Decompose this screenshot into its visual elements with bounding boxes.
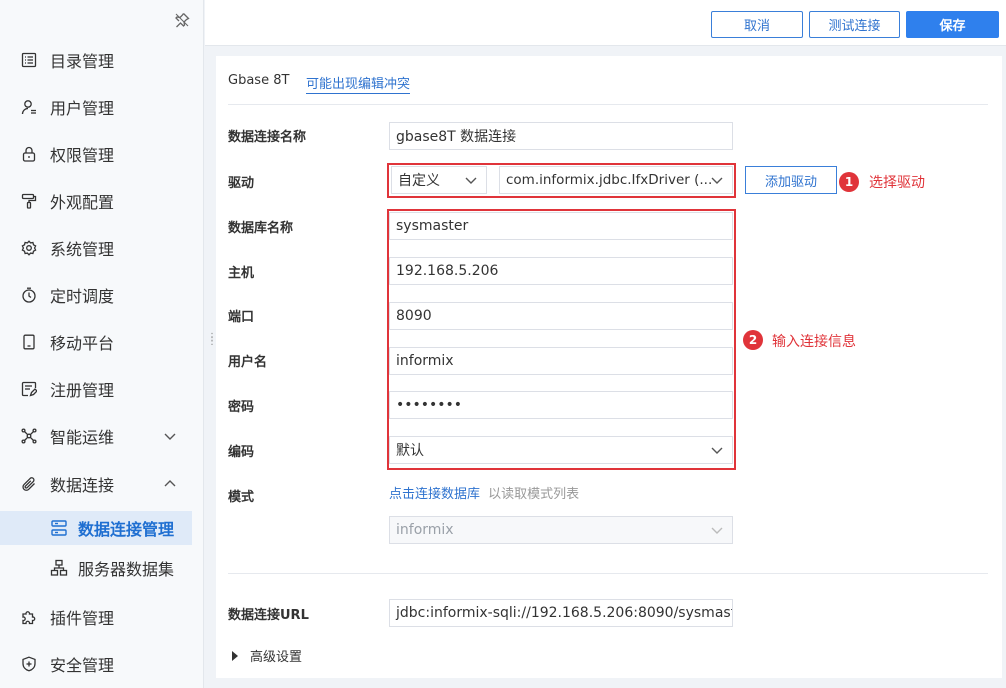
sidebar-item-label: 目录管理 xyxy=(50,52,115,71)
step-1-badge: 1 xyxy=(839,172,859,192)
step-2-badge: 2 xyxy=(743,330,763,350)
connection-info-highlight-box xyxy=(387,209,736,470)
advanced-settings-label: 高级设置 xyxy=(250,650,303,665)
schema-hint-text: 以读取模式列表 xyxy=(488,487,580,502)
lock-icon xyxy=(20,145,38,163)
sidebar-item-label: 用户管理 xyxy=(50,99,115,118)
sidebar-item-label: 注册管理 xyxy=(50,381,115,400)
paint-roller-icon xyxy=(20,192,38,210)
chevron-up-icon xyxy=(162,476,178,492)
pin-icon[interactable] xyxy=(174,12,190,28)
shield-icon xyxy=(20,655,38,673)
mobile-icon xyxy=(20,333,38,351)
connection-url-input[interactable]: jdbc:informix-sqli://192.168.5.206:8090/… xyxy=(389,599,733,627)
sidebar-subitem-server-dataset[interactable]: 服务器数据集 xyxy=(0,551,192,585)
connection-url-label: 数据连接URL xyxy=(228,608,309,623)
divider xyxy=(228,104,988,105)
list-icon xyxy=(20,51,38,69)
register-icon xyxy=(20,380,38,398)
gear-icon xyxy=(20,239,38,257)
edit-conflict-link[interactable]: 可能出现编辑冲突 xyxy=(306,73,411,94)
step-2-note: 输入连接信息 xyxy=(772,334,856,350)
database-connection-icon xyxy=(50,519,68,537)
sidebar-item-plugins[interactable]: 插件管理 xyxy=(0,597,204,637)
step-1-note: 选择驱动 xyxy=(869,175,925,191)
sidebar-item-catalog[interactable]: 目录管理 xyxy=(0,40,204,80)
sidebar-item-label: 插件管理 xyxy=(50,609,115,628)
host-label: 主机 xyxy=(228,266,255,281)
add-driver-button[interactable]: 添加驱动 xyxy=(745,166,837,194)
schema-label: 模式 xyxy=(228,490,255,505)
divider xyxy=(228,573,988,574)
sidebar-item-register[interactable]: 注册管理 xyxy=(0,369,204,409)
sidebar-item-label: 系统管理 xyxy=(50,240,115,259)
sidebar-item-users[interactable]: 用户管理 xyxy=(0,87,204,127)
sidebar-item-label: 外观配置 xyxy=(50,193,115,212)
save-button[interactable]: 保存 xyxy=(906,11,999,38)
sidebar-subitem-label: 数据连接管理 xyxy=(78,520,175,539)
sidebar-item-label: 安全管理 xyxy=(50,656,115,675)
sidebar-subitem-connection-management[interactable]: 数据连接管理 xyxy=(0,511,192,545)
chevron-down-icon xyxy=(162,428,178,444)
connection-name-label: 数据连接名称 xyxy=(228,130,307,145)
chevron-down-icon xyxy=(710,523,724,537)
sidebar-item-data-connection[interactable]: 数据连接 xyxy=(0,464,204,504)
stopwatch-icon xyxy=(20,286,38,304)
connection-name-input[interactable]: gbase8T 数据连接 xyxy=(389,122,733,150)
password-label: 密码 xyxy=(228,400,255,415)
driver-label: 驱动 xyxy=(228,176,255,191)
drag-handle-icon[interactable]: ⋮ ⋮ xyxy=(207,333,217,352)
sidebar-item-label: 移动平台 xyxy=(50,334,115,353)
test-connection-button[interactable]: 测试连接 xyxy=(809,11,900,38)
sidebar-item-label: 数据连接 xyxy=(50,476,115,495)
driver-highlight-box xyxy=(387,163,736,198)
sidebar-item-system[interactable]: 系统管理 xyxy=(0,228,204,268)
sidebar-item-schedule[interactable]: 定时调度 xyxy=(0,275,204,315)
database-type-label: Gbase 8T xyxy=(228,73,290,88)
user-icon xyxy=(20,98,38,116)
connect-database-link[interactable]: 点击连接数据库 xyxy=(389,487,480,502)
server-dataset-icon xyxy=(50,559,68,577)
database-name-label: 数据库名称 xyxy=(228,221,294,236)
sidebar-item-label: 权限管理 xyxy=(50,146,115,165)
sidebar-item-label: 智能运维 xyxy=(50,428,115,447)
sidebar-item-appearance[interactable]: 外观配置 xyxy=(0,181,204,221)
sidebar-item-label: 定时调度 xyxy=(50,287,115,306)
cancel-button[interactable]: 取消 xyxy=(711,11,803,38)
sidebar: 目录管理 用户管理 权限管理 外观配置 系统管理 定时调度 移动平台 注册管理 … xyxy=(0,0,204,688)
paperclip-icon xyxy=(20,475,38,493)
sidebar-item-smart-ops[interactable]: 智能运维 xyxy=(0,416,204,456)
username-label: 用户名 xyxy=(228,355,268,370)
caret-right-icon xyxy=(232,650,238,661)
sidebar-item-mobile[interactable]: 移动平台 xyxy=(0,322,204,362)
schema-value: informix xyxy=(396,522,454,538)
network-icon xyxy=(20,427,38,445)
sidebar-item-security[interactable]: 安全管理 xyxy=(0,644,204,684)
sidebar-subitem-label: 服务器数据集 xyxy=(78,560,175,579)
sidebar-item-permissions[interactable]: 权限管理 xyxy=(0,134,204,174)
advanced-settings-toggle[interactable]: 高级设置 xyxy=(232,646,302,665)
encoding-label: 编码 xyxy=(228,445,255,460)
schema-select[interactable]: informix xyxy=(389,516,733,544)
port-label: 端口 xyxy=(228,310,255,325)
puzzle-icon xyxy=(20,608,38,626)
schema-hint-row: 点击连接数据库 以读取模式列表 xyxy=(389,483,579,502)
